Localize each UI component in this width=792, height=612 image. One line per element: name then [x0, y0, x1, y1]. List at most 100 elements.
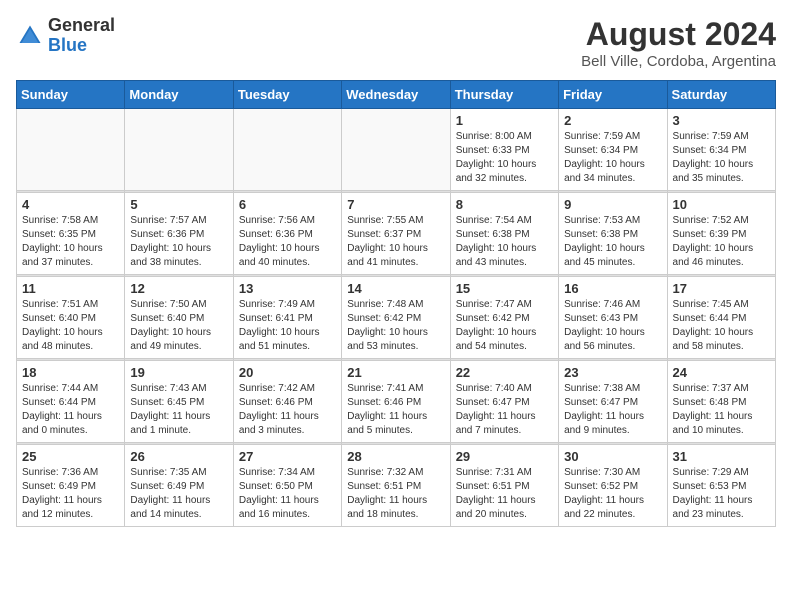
day-cell: 26 Sunrise: 7:35 AMSunset: 6:49 PMDayligh…	[125, 445, 233, 527]
day-cell: 21 Sunrise: 7:41 AMSunset: 6:46 PMDayligh…	[342, 361, 450, 443]
calendar-body: 1 Sunrise: 8:00 AMSunset: 6:33 PMDaylight…	[17, 109, 776, 527]
day-cell: 22 Sunrise: 7:40 AMSunset: 6:47 PMDayligh…	[450, 361, 558, 443]
day-info: Sunrise: 7:52 AMSunset: 6:39 PMDaylight:…	[673, 214, 770, 270]
day-number: 7	[347, 197, 444, 212]
day-info: Sunrise: 8:00 AMSunset: 6:33 PMDaylight:…	[456, 130, 553, 186]
day-cell: 1 Sunrise: 8:00 AMSunset: 6:33 PMDaylight…	[450, 109, 558, 191]
day-cell: 18Sunrise: 7:44 AMSunset: 6:44 PMDayligh…	[17, 361, 125, 443]
day-cell: 2 Sunrise: 7:59 AMSunset: 6:34 PMDaylight…	[559, 109, 667, 191]
calendar-title: August 2024	[581, 16, 776, 53]
day-info: Sunrise: 7:46 AMSunset: 6:43 PMDaylight:…	[564, 298, 661, 354]
day-info: Sunrise: 7:32 AMSunset: 6:51 PMDaylight:…	[347, 466, 444, 522]
day-number: 2	[564, 113, 661, 128]
day-number: 22	[456, 365, 553, 380]
week-row-3: 11Sunrise: 7:51 AMSunset: 6:40 PMDayligh…	[17, 277, 776, 359]
day-info: Sunrise: 7:51 AMSunset: 6:40 PMDaylight:…	[22, 298, 119, 354]
day-info: Sunrise: 7:31 AMSunset: 6:51 PMDaylight:…	[456, 466, 553, 522]
day-info: Sunrise: 7:57 AMSunset: 6:36 PMDaylight:…	[130, 214, 227, 270]
day-cell: 8 Sunrise: 7:54 AMSunset: 6:38 PMDaylight…	[450, 193, 558, 275]
day-cell: 24 Sunrise: 7:37 AMSunset: 6:48 PMDayligh…	[667, 361, 775, 443]
weekday-header-sunday: Sunday	[17, 81, 125, 109]
week-row-5: 25 Sunrise: 7:36 AMSunset: 6:49 PMDayligh…	[17, 445, 776, 527]
day-info: Sunrise: 7:47 AMSunset: 6:42 PMDaylight:…	[456, 298, 553, 354]
day-cell: 7 Sunrise: 7:55 AMSunset: 6:37 PMDaylight…	[342, 193, 450, 275]
day-info: Sunrise: 7:53 AMSunset: 6:38 PMDaylight:…	[564, 214, 661, 270]
day-info: Sunrise: 7:54 AMSunset: 6:38 PMDaylight:…	[456, 214, 553, 270]
day-cell	[342, 109, 450, 191]
day-number: 20	[239, 365, 336, 380]
week-row-2: 4 Sunrise: 7:58 AMSunset: 6:35 PMDaylight…	[17, 193, 776, 275]
day-info: Sunrise: 7:34 AMSunset: 6:50 PMDaylight:…	[239, 466, 336, 522]
day-cell: 23Sunrise: 7:38 AMSunset: 6:47 PMDayligh…	[559, 361, 667, 443]
day-cell: 28Sunrise: 7:32 AMSunset: 6:51 PMDayligh…	[342, 445, 450, 527]
day-number: 13	[239, 281, 336, 296]
day-number: 4	[22, 197, 119, 212]
day-cell: 30Sunrise: 7:30 AMSunset: 6:52 PMDayligh…	[559, 445, 667, 527]
week-row-1: 1 Sunrise: 8:00 AMSunset: 6:33 PMDaylight…	[17, 109, 776, 191]
day-number: 26	[130, 449, 227, 464]
day-info: Sunrise: 7:44 AMSunset: 6:44 PMDaylight:…	[22, 382, 119, 438]
day-info: Sunrise: 7:45 AMSunset: 6:44 PMDaylight:…	[673, 298, 770, 354]
day-cell: 27Sunrise: 7:34 AMSunset: 6:50 PMDayligh…	[233, 445, 341, 527]
day-info: Sunrise: 7:59 AMSunset: 6:34 PMDaylight:…	[564, 130, 661, 186]
day-info: Sunrise: 7:36 AMSunset: 6:49 PMDaylight:…	[22, 466, 119, 522]
day-number: 9	[564, 197, 661, 212]
day-cell: 19Sunrise: 7:43 AMSunset: 6:45 PMDayligh…	[125, 361, 233, 443]
day-cell: 9 Sunrise: 7:53 AMSunset: 6:38 PMDaylight…	[559, 193, 667, 275]
day-info: Sunrise: 7:35 AMSunset: 6:49 PMDaylight:…	[130, 466, 227, 522]
day-info: Sunrise: 7:41 AMSunset: 6:46 PMDaylight:…	[347, 382, 444, 438]
day-info: Sunrise: 7:48 AMSunset: 6:42 PMDaylight:…	[347, 298, 444, 354]
day-number: 10	[673, 197, 770, 212]
day-number: 12	[130, 281, 227, 296]
title-block: August 2024 Bell Ville, Cordoba, Argenti…	[581, 16, 776, 70]
logo-icon	[16, 22, 44, 50]
day-number: 16	[564, 281, 661, 296]
logo-text: General Blue	[48, 16, 115, 56]
day-info: Sunrise: 7:42 AMSunset: 6:46 PMDaylight:…	[239, 382, 336, 438]
logo: General Blue	[16, 16, 115, 56]
calendar-subtitle: Bell Ville, Cordoba, Argentina	[581, 53, 776, 70]
day-info: Sunrise: 7:38 AMSunset: 6:47 PMDaylight:…	[564, 382, 661, 438]
page-header: General Blue August 2024 Bell Ville, Cor…	[16, 16, 776, 70]
day-info: Sunrise: 7:37 AMSunset: 6:48 PMDaylight:…	[673, 382, 770, 438]
day-info: Sunrise: 7:50 AMSunset: 6:40 PMDaylight:…	[130, 298, 227, 354]
weekday-header-saturday: Saturday	[667, 81, 775, 109]
day-cell: 10 Sunrise: 7:52 AMSunset: 6:39 PMDayligh…	[667, 193, 775, 275]
day-info: Sunrise: 7:49 AMSunset: 6:41 PMDaylight:…	[239, 298, 336, 354]
day-info: Sunrise: 7:43 AMSunset: 6:45 PMDaylight:…	[130, 382, 227, 438]
day-number: 24	[673, 365, 770, 380]
day-cell: 12 Sunrise: 7:50 AMSunset: 6:40 PMDayligh…	[125, 277, 233, 359]
calendar-header: SundayMondayTuesdayWednesdayThursdayFrid…	[17, 81, 776, 109]
weekday-header-tuesday: Tuesday	[233, 81, 341, 109]
day-number: 5	[130, 197, 227, 212]
weekday-header-thursday: Thursday	[450, 81, 558, 109]
day-number: 1	[456, 113, 553, 128]
day-number: 8	[456, 197, 553, 212]
day-cell: 15 Sunrise: 7:47 AMSunset: 6:42 PMDayligh…	[450, 277, 558, 359]
day-number: 6	[239, 197, 336, 212]
day-cell	[233, 109, 341, 191]
day-cell: 17Sunrise: 7:45 AMSunset: 6:44 PMDayligh…	[667, 277, 775, 359]
weekday-header-wednesday: Wednesday	[342, 81, 450, 109]
day-info: Sunrise: 7:40 AMSunset: 6:47 PMDaylight:…	[456, 382, 553, 438]
week-row-4: 18Sunrise: 7:44 AMSunset: 6:44 PMDayligh…	[17, 361, 776, 443]
day-cell: 11Sunrise: 7:51 AMSunset: 6:40 PMDayligh…	[17, 277, 125, 359]
day-cell: 5 Sunrise: 7:57 AMSunset: 6:36 PMDaylight…	[125, 193, 233, 275]
day-number: 15	[456, 281, 553, 296]
day-number: 25	[22, 449, 119, 464]
weekday-header-monday: Monday	[125, 81, 233, 109]
day-number: 31	[673, 449, 770, 464]
calendar-table: SundayMondayTuesdayWednesdayThursdayFrid…	[16, 80, 776, 527]
weekday-row: SundayMondayTuesdayWednesdayThursdayFrid…	[17, 81, 776, 109]
day-cell: 25 Sunrise: 7:36 AMSunset: 6:49 PMDayligh…	[17, 445, 125, 527]
day-cell: 20 Sunrise: 7:42 AMSunset: 6:46 PMDayligh…	[233, 361, 341, 443]
day-cell: 31Sunrise: 7:29 AMSunset: 6:53 PMDayligh…	[667, 445, 775, 527]
day-number: 30	[564, 449, 661, 464]
day-info: Sunrise: 7:58 AMSunset: 6:35 PMDaylight:…	[22, 214, 119, 270]
day-number: 21	[347, 365, 444, 380]
day-cell: 13 Sunrise: 7:49 AMSunset: 6:41 PMDayligh…	[233, 277, 341, 359]
day-info: Sunrise: 7:55 AMSunset: 6:37 PMDaylight:…	[347, 214, 444, 270]
day-info: Sunrise: 7:56 AMSunset: 6:36 PMDaylight:…	[239, 214, 336, 270]
day-cell: 29 Sunrise: 7:31 AMSunset: 6:51 PMDayligh…	[450, 445, 558, 527]
day-number: 29	[456, 449, 553, 464]
